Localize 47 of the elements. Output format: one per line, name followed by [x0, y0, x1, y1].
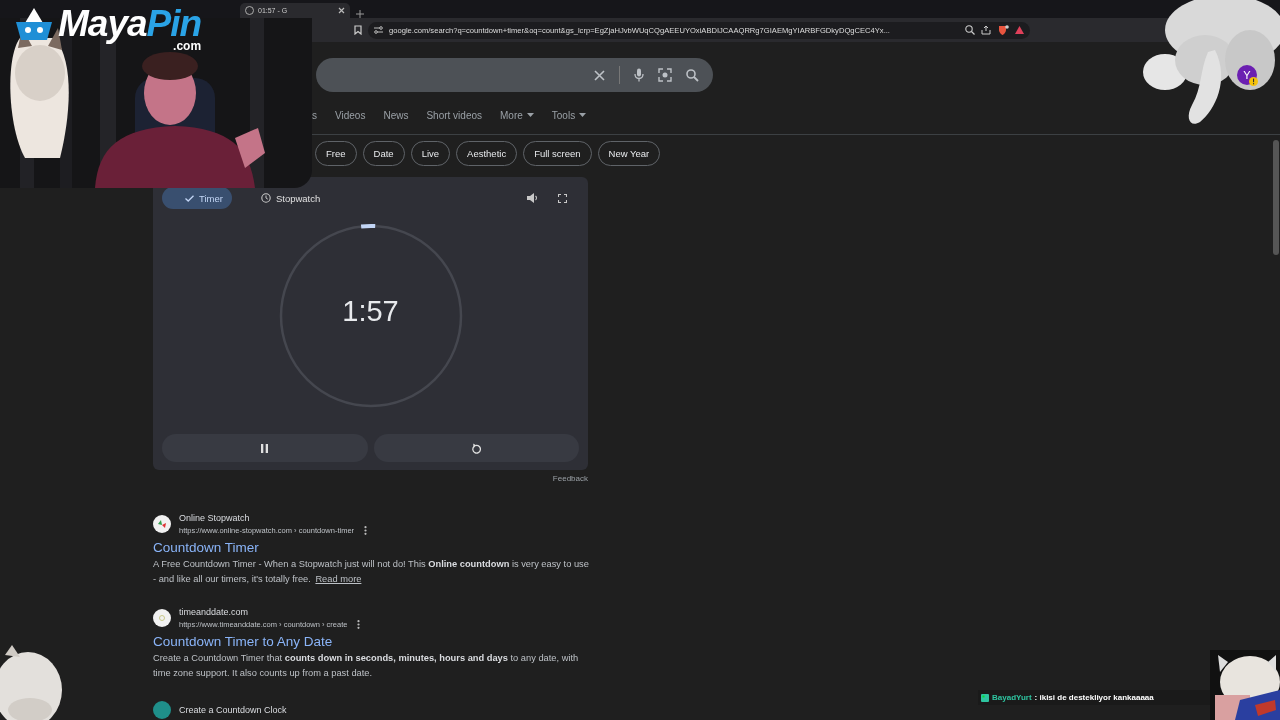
nav-tab[interactable]: Short videos: [417, 109, 491, 121]
search-icon[interactable]: [686, 68, 699, 82]
close-icon[interactable]: [594, 69, 605, 81]
pause-icon: [261, 443, 269, 453]
clock-icon: [260, 193, 271, 203]
search-field[interactable]: [316, 58, 713, 92]
check-icon: [185, 194, 194, 202]
chat-username: BayadYurt: [992, 693, 1032, 702]
scrollbar[interactable]: [1273, 140, 1279, 255]
close-icon[interactable]: [338, 7, 345, 14]
globe-icon: [245, 6, 254, 15]
nav-tab[interactable]: Videos: [326, 109, 375, 121]
microphone-icon[interactable]: [634, 68, 644, 82]
site-favicon-icon: [153, 515, 171, 533]
speaker-icon[interactable]: [527, 193, 538, 203]
new-tab-icon[interactable]: [356, 10, 364, 18]
nav-tab[interactable]: News: [374, 109, 418, 121]
result-snippet: Create a Countdown Timer that counts down in seconds, minutes, hours and days to any date, with time zone support. It also counts up from a past date.: [153, 652, 580, 680]
triangle-icon[interactable]: [1015, 26, 1024, 34]
result-snippet: A Free Countdown Timer - When a Stopwatch just will not do! This Online countdown is very easy to use - and like all our timers, it's totally free. Read more: [153, 558, 590, 586]
site-favicon-icon: [153, 609, 171, 627]
more-options-icon[interactable]: [364, 526, 368, 535]
nav-tab[interactable]: Tools: [542, 109, 596, 121]
chat-message: : ikisi de destekliyor kankaaaaa: [1034, 693, 1154, 702]
result-title-link[interactable]: Countdown Timer to Any Date: [153, 634, 593, 649]
reset-icon: [471, 442, 482, 454]
zoom-icon[interactable]: [965, 25, 975, 35]
mode-tab[interactable]: Stopwatch: [237, 187, 330, 209]
site-favicon-icon: [153, 701, 171, 719]
mode-tab[interactable]: Timer: [162, 187, 232, 209]
more-options-icon[interactable]: [357, 620, 361, 629]
site-name: Create a Countdown Clock: [179, 705, 287, 715]
result-title-link[interactable]: Countdown Timer: [153, 540, 593, 555]
site-name: timeanddate.com: [179, 607, 250, 617]
user-badge-icon: [981, 693, 989, 702]
fullscreen-icon[interactable]: [558, 193, 567, 203]
logo-icon: [14, 8, 54, 42]
bookmark-icon[interactable]: [354, 25, 362, 35]
site-name: Online Stopwatch: [179, 513, 251, 523]
site-settings-icon[interactable]: [374, 26, 383, 34]
nav-tab[interactable]: More: [491, 109, 543, 121]
share-icon[interactable]: [981, 25, 991, 35]
feedback-link[interactable]: Feedback: [552, 474, 588, 483]
read-more-link[interactable]: Read more: [315, 574, 362, 584]
camera-icon[interactable]: [658, 68, 672, 82]
shield-icon[interactable]: [997, 24, 1009, 36]
timer-readout: 1:57: [341, 295, 400, 328]
